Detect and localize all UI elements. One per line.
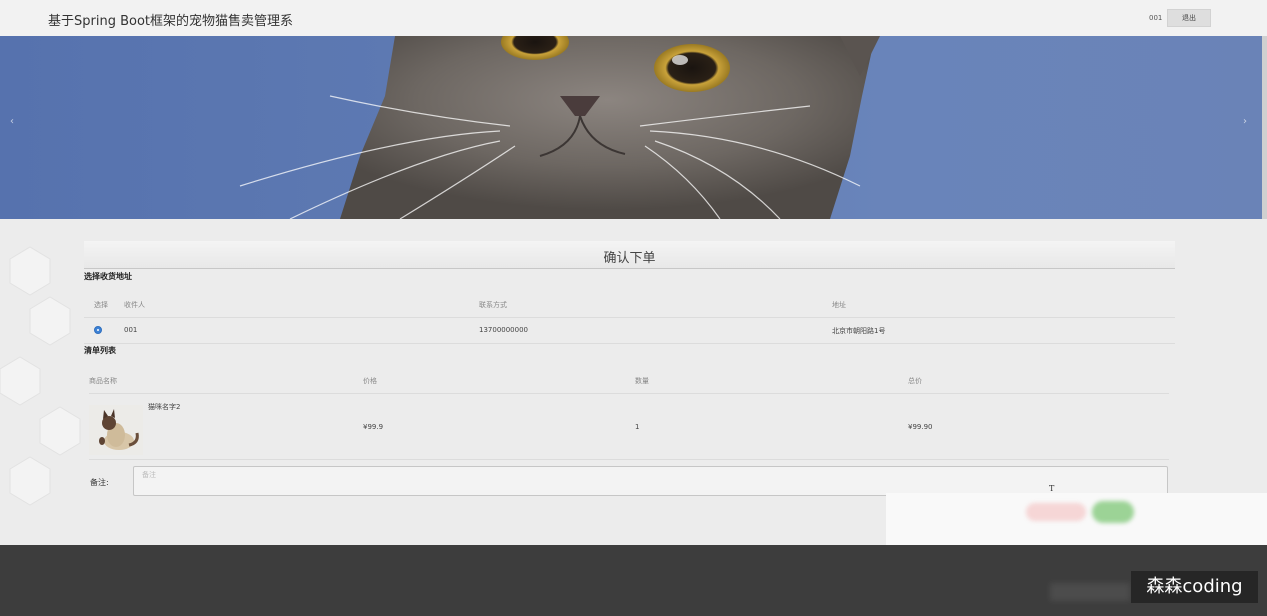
text-cursor-icon: T bbox=[1049, 484, 1055, 493]
divider bbox=[84, 343, 1175, 344]
carousel-next-icon[interactable]: › bbox=[1237, 114, 1253, 130]
column-header-recipient: 收件人 bbox=[124, 301, 145, 309]
divider bbox=[89, 459, 1169, 460]
video-watermark: 森森coding bbox=[1131, 571, 1258, 603]
column-header-select: 选择 bbox=[94, 301, 108, 309]
address-radio[interactable] bbox=[94, 326, 102, 334]
divider bbox=[84, 317, 1175, 318]
banner-carousel: ‹ › bbox=[0, 36, 1262, 219]
divider bbox=[89, 393, 1169, 394]
top-navbar: 基于Spring Boot框架的宠物猫售卖管理系 001 退出 bbox=[0, 0, 1267, 36]
order-list-section-title: 清单列表 bbox=[84, 346, 116, 355]
submit-order-button[interactable] bbox=[1092, 501, 1134, 523]
footer-text-blurred bbox=[1050, 583, 1130, 601]
cancel-button[interactable] bbox=[1026, 503, 1086, 521]
cat-banner-image bbox=[239, 36, 880, 219]
order-confirm-panel: 确认下单 选择收货地址 选择 收件人 联系方式 地址 001 137000000… bbox=[84, 241, 1175, 509]
column-header-product-name: 商品名称 bbox=[89, 377, 117, 385]
username-label: 001 bbox=[1149, 14, 1163, 22]
address-section-title: 选择收货地址 bbox=[84, 272, 132, 281]
column-header-quantity: 数量 bbox=[635, 377, 649, 385]
column-header-price: 价格 bbox=[363, 377, 377, 385]
address-text: 北京市朝阳路1号 bbox=[832, 327, 886, 335]
panel-header: 确认下单 bbox=[84, 241, 1175, 269]
product-quantity: 1 bbox=[635, 423, 640, 431]
address-recipient: 001 bbox=[124, 326, 138, 334]
hexagon-pattern-decoration bbox=[0, 246, 81, 506]
product-name: 猫咪名字2 bbox=[148, 403, 181, 411]
carousel-prev-icon[interactable]: ‹ bbox=[4, 114, 20, 130]
scrollbar[interactable] bbox=[1262, 36, 1267, 219]
page-footer bbox=[0, 545, 1267, 616]
remark-textarea[interactable] bbox=[133, 466, 1168, 496]
address-phone: 13700000000 bbox=[479, 326, 528, 334]
page-title: 确认下单 bbox=[603, 251, 656, 266]
column-header-address: 地址 bbox=[832, 301, 846, 309]
cat-thumbnail-image bbox=[89, 405, 143, 455]
product-thumbnail bbox=[89, 405, 143, 455]
column-header-phone: 联系方式 bbox=[479, 301, 507, 309]
logout-button[interactable]: 退出 bbox=[1167, 9, 1211, 27]
remark-label: 备注: bbox=[90, 478, 109, 487]
product-price: ¥99.9 bbox=[363, 423, 384, 431]
product-total: ¥99.90 bbox=[908, 423, 933, 431]
app-title: 基于Spring Boot框架的宠物猫售卖管理系 bbox=[48, 14, 294, 29]
column-header-total: 总价 bbox=[908, 377, 922, 385]
